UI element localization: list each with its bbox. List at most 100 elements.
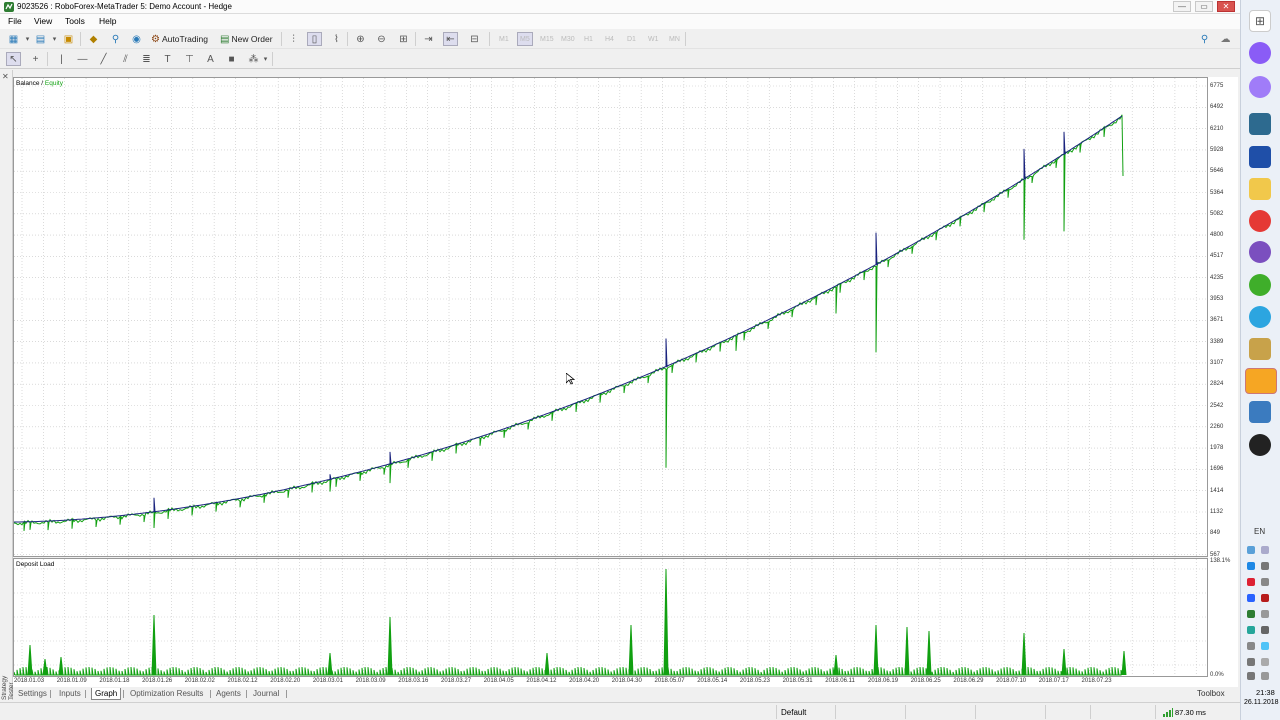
horizontal-line-icon[interactable]: — (75, 52, 90, 66)
minimize-button[interactable]: — (1173, 1, 1191, 12)
crosshair-tool-icon[interactable]: + (28, 52, 43, 66)
date-tick-label: 2018.05.14 (697, 678, 728, 684)
text-label-icon[interactable]: ⊤ (182, 52, 197, 66)
tray-icon[interactable] (1261, 672, 1269, 680)
rectangle-icon[interactable]: ■ (224, 52, 239, 66)
timeframe-w1[interactable]: W1 (648, 32, 659, 46)
timeframe-h1[interactable]: H1 (584, 32, 593, 46)
close-panel-icon[interactable]: ✕ (2, 72, 9, 81)
language-indicator[interactable]: EN (1254, 527, 1265, 536)
timeframe-mn[interactable]: MN (669, 32, 680, 46)
tab-inputs[interactable]: Inputs (56, 688, 84, 700)
close-button[interactable]: ✕ (1217, 1, 1235, 12)
toolbox-button[interactable]: Toolbox (1197, 689, 1225, 698)
clock-time[interactable]: 21:38 (1256, 688, 1275, 697)
candlestick-icon[interactable]: ▯ (307, 32, 322, 46)
tray-icon[interactable] (1261, 594, 1269, 602)
tab-graph[interactable]: Graph (91, 688, 122, 700)
zoom-out-icon[interactable]: ⊖ (374, 32, 389, 46)
date-tick-label: 2018.05.31 (782, 678, 813, 684)
chevron-down-icon[interactable]: ▾ (47, 32, 62, 46)
market-watch-icon[interactable]: ◆ (86, 32, 101, 46)
templates-icon[interactable]: ▣ (61, 32, 76, 46)
alice-voice-icon[interactable] (1249, 76, 1271, 98)
fibonacci-icon[interactable]: ≣ (139, 52, 154, 66)
timeframe-h4[interactable]: H4 (605, 32, 614, 46)
equidistant-channel-icon[interactable]: ⫽ (118, 52, 133, 66)
zoom-in-icon[interactable]: ⊕ (353, 32, 368, 46)
autotrading-icon: ⚙ (151, 33, 160, 45)
menu-tools[interactable]: Tools (65, 16, 85, 26)
trendline-icon[interactable]: ╱ (96, 52, 111, 66)
tab-optimization-results[interactable]: Optimization Results (127, 688, 206, 700)
bar-chart-icon[interactable]: ⫶ (286, 32, 301, 46)
autotrading-button[interactable]: ⚙ AutoTrading (151, 32, 208, 46)
new-order-button[interactable]: ▤ New Order (220, 32, 273, 46)
timeframe-m5[interactable]: M5 (517, 32, 533, 46)
tray-icon[interactable] (1247, 578, 1255, 586)
date-tick-label: 2018.03.27 (441, 678, 472, 684)
balance-equity-chart[interactable]: Balance / Equity (13, 77, 1208, 557)
metatrader-icon[interactable] (1245, 368, 1277, 394)
timeframe-d1[interactable]: D1 (627, 32, 636, 46)
tray-icon[interactable] (1247, 658, 1255, 666)
tray-icon[interactable] (1247, 672, 1255, 680)
tray-icon[interactable] (1261, 546, 1269, 554)
folder-icon[interactable] (1249, 178, 1271, 200)
obs-icon[interactable] (1249, 434, 1271, 456)
tray-icon[interactable] (1247, 546, 1255, 554)
telegram-icon[interactable] (1249, 306, 1271, 328)
search-icon[interactable]: ⚲ (1197, 32, 1212, 46)
indicators-icon[interactable]: ⊟ (467, 32, 482, 46)
alice-icon[interactable] (1249, 42, 1271, 64)
restore-button[interactable]: ▭ (1195, 1, 1213, 12)
cash-icon[interactable] (1249, 338, 1271, 360)
price-tick-label: 1132 (1210, 509, 1223, 515)
viber-icon[interactable] (1249, 241, 1271, 263)
timeframe-m15[interactable]: M15 (540, 32, 554, 46)
settings-flower-icon[interactable] (1249, 274, 1271, 296)
text-box-icon[interactable]: T (160, 52, 175, 66)
terminal-icon[interactable] (1249, 401, 1271, 423)
scanner-icon[interactable] (1249, 113, 1271, 135)
menu-view[interactable]: View (34, 16, 52, 26)
timeframe-m30[interactable]: M30 (561, 32, 575, 46)
autoscroll-icon[interactable]: ⇤ (443, 32, 458, 46)
chat-icon[interactable]: ☁ (1218, 32, 1233, 46)
tray-icon[interactable] (1247, 626, 1255, 634)
deposit-load-chart[interactable]: Deposit Load (13, 558, 1208, 677)
new-chart-icon[interactable]: ▦ (6, 32, 21, 46)
line-chart-icon[interactable]: ⌇ (329, 32, 344, 46)
tab-settings[interactable]: Settings (15, 688, 50, 700)
clock-date[interactable]: 26.11.2018 (1244, 699, 1279, 706)
tab-journal[interactable]: Journal (250, 688, 282, 700)
cursor-tool-icon[interactable]: ↖ (6, 52, 21, 66)
tile-windows-icon[interactable]: ⊞ (396, 32, 411, 46)
tray-icon[interactable] (1247, 642, 1255, 650)
tray-icon[interactable] (1247, 562, 1255, 570)
tray-icon[interactable] (1261, 658, 1269, 666)
menu-help[interactable]: Help (99, 16, 116, 26)
text-icon[interactable]: A (203, 52, 218, 66)
navigator-icon[interactable]: ⚲ (108, 32, 123, 46)
signals-icon[interactable]: ◉ (129, 32, 144, 46)
start-icon[interactable]: ⊞ (1249, 10, 1271, 32)
save-icon[interactable] (1249, 146, 1271, 168)
menu-file[interactable]: File (8, 16, 22, 26)
tray-icon[interactable] (1261, 626, 1269, 634)
tray-icon[interactable] (1261, 578, 1269, 586)
tray-icon[interactable] (1261, 610, 1269, 618)
tray-icon[interactable] (1261, 562, 1269, 570)
tab-agents[interactable]: Agents (213, 688, 244, 700)
yandex-browser-icon[interactable] (1249, 210, 1271, 232)
chart-shift-icon[interactable]: ⇥ (421, 32, 436, 46)
timeframe-m1[interactable]: M1 (499, 32, 509, 46)
title-bar: 9023526 : RoboForex-MetaTrader 5: Demo A… (0, 0, 1240, 14)
tray-icon[interactable] (1247, 610, 1255, 618)
tray-icon[interactable] (1261, 642, 1269, 650)
vertical-line-icon[interactable]: | (54, 52, 69, 66)
price-tick-label: 3107 (1210, 359, 1224, 366)
tray-icon[interactable] (1247, 594, 1255, 602)
chevron-down-icon[interactable]: ▾ (258, 52, 273, 66)
profiles-icon[interactable]: ▤ (33, 32, 48, 46)
